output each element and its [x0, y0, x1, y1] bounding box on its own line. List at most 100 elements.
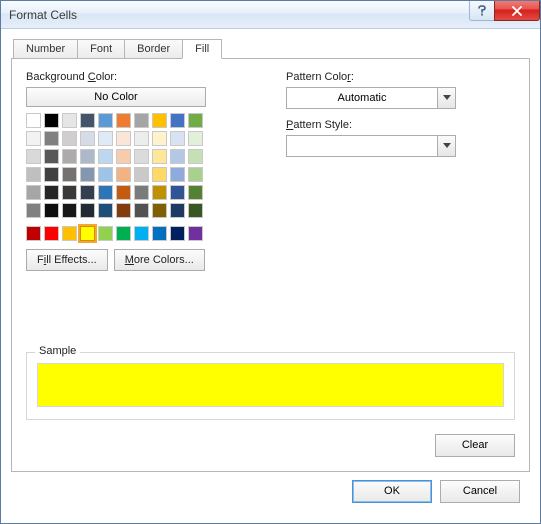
fill-effects-button[interactable]: Fill Effects...: [26, 249, 108, 271]
color-swatch[interactable]: [44, 226, 59, 241]
tab-number[interactable]: Number: [13, 39, 78, 59]
sample-label: Sample: [35, 345, 80, 357]
color-swatch[interactable]: [44, 203, 59, 218]
color-swatch[interactable]: [134, 185, 149, 200]
color-swatch[interactable]: [44, 185, 59, 200]
color-swatch[interactable]: [152, 167, 167, 182]
color-swatch[interactable]: [98, 131, 113, 146]
color-swatch[interactable]: [152, 226, 167, 241]
color-swatch[interactable]: [188, 226, 203, 241]
color-swatch[interactable]: [152, 149, 167, 164]
color-swatch[interactable]: [152, 131, 167, 146]
color-swatch[interactable]: [170, 185, 185, 200]
color-swatch[interactable]: [170, 167, 185, 182]
theme-color-grid: [26, 113, 246, 218]
tab-fill[interactable]: Fill: [182, 39, 222, 59]
color-swatch[interactable]: [98, 185, 113, 200]
color-swatch[interactable]: [80, 149, 95, 164]
help-icon: [477, 5, 487, 17]
clear-button[interactable]: Clear: [435, 434, 515, 457]
sample-preview: [37, 363, 504, 407]
color-swatch[interactable]: [44, 149, 59, 164]
color-swatch[interactable]: [170, 203, 185, 218]
pattern-style-combo[interactable]: [286, 135, 456, 157]
color-swatch[interactable]: [134, 226, 149, 241]
color-swatch[interactable]: [170, 113, 185, 128]
fill-panel: Background Color: No Color Fill Effects.…: [11, 58, 530, 472]
color-swatch[interactable]: [152, 185, 167, 200]
color-swatch[interactable]: [26, 203, 41, 218]
close-button[interactable]: [494, 1, 540, 21]
window-title: Format Cells: [9, 8, 470, 22]
color-swatch[interactable]: [188, 131, 203, 146]
title-buttons: [470, 1, 540, 21]
color-swatch[interactable]: [170, 226, 185, 241]
color-swatch[interactable]: [188, 185, 203, 200]
color-swatch[interactable]: [80, 226, 95, 241]
color-swatch[interactable]: [116, 131, 131, 146]
color-swatch[interactable]: [26, 131, 41, 146]
color-swatch[interactable]: [116, 226, 131, 241]
color-swatch[interactable]: [80, 113, 95, 128]
color-swatch[interactable]: [98, 167, 113, 182]
color-swatch[interactable]: [98, 203, 113, 218]
color-swatch[interactable]: [26, 149, 41, 164]
color-swatch[interactable]: [134, 149, 149, 164]
pattern-color-value: Automatic: [287, 92, 437, 104]
standard-color-grid: [26, 226, 246, 241]
color-swatch[interactable]: [80, 185, 95, 200]
color-swatch[interactable]: [62, 113, 77, 128]
color-swatch[interactable]: [116, 203, 131, 218]
sample-group: Sample: [26, 352, 515, 420]
color-swatch[interactable]: [62, 149, 77, 164]
color-swatch[interactable]: [62, 203, 77, 218]
color-swatch[interactable]: [152, 203, 167, 218]
color-swatch[interactable]: [134, 131, 149, 146]
color-swatch[interactable]: [116, 185, 131, 200]
color-swatch[interactable]: [26, 113, 41, 128]
close-icon: [511, 6, 523, 16]
color-swatch[interactable]: [62, 131, 77, 146]
color-swatch[interactable]: [44, 131, 59, 146]
color-swatch[interactable]: [188, 113, 203, 128]
pattern-color-label: Pattern Color:: [286, 71, 515, 83]
color-swatch[interactable]: [80, 167, 95, 182]
color-swatch[interactable]: [98, 226, 113, 241]
color-swatch[interactable]: [116, 113, 131, 128]
color-swatch[interactable]: [98, 149, 113, 164]
color-swatch[interactable]: [62, 167, 77, 182]
color-swatch[interactable]: [62, 185, 77, 200]
color-swatch[interactable]: [134, 203, 149, 218]
color-swatch[interactable]: [98, 113, 113, 128]
cancel-button[interactable]: Cancel: [440, 480, 520, 503]
color-swatch[interactable]: [26, 167, 41, 182]
tab-font[interactable]: Font: [77, 39, 125, 59]
color-swatch[interactable]: [152, 113, 167, 128]
color-swatch[interactable]: [26, 226, 41, 241]
color-swatch[interactable]: [134, 113, 149, 128]
color-swatch[interactable]: [80, 131, 95, 146]
color-swatch[interactable]: [116, 167, 131, 182]
pattern-style-dropdown-button[interactable]: [437, 136, 455, 156]
tab-border[interactable]: Border: [124, 39, 183, 59]
color-swatch[interactable]: [134, 167, 149, 182]
ok-button[interactable]: OK: [352, 480, 432, 503]
color-swatch[interactable]: [62, 226, 77, 241]
color-swatch[interactable]: [116, 149, 131, 164]
color-swatch[interactable]: [170, 149, 185, 164]
color-swatch[interactable]: [188, 203, 203, 218]
no-color-button[interactable]: No Color: [26, 87, 206, 107]
color-swatch[interactable]: [188, 167, 203, 182]
color-swatch[interactable]: [170, 131, 185, 146]
color-swatch[interactable]: [80, 203, 95, 218]
dialog-body: Number Font Border Fill Background Color…: [1, 29, 540, 523]
pattern-section: Pattern Color: Automatic Pattern Style:: [286, 71, 515, 271]
color-swatch[interactable]: [26, 185, 41, 200]
pattern-color-dropdown-button[interactable]: [437, 88, 455, 108]
color-swatch[interactable]: [44, 113, 59, 128]
color-swatch[interactable]: [188, 149, 203, 164]
more-colors-button[interactable]: More Colors...: [114, 249, 205, 271]
help-button[interactable]: [469, 1, 495, 21]
color-swatch[interactable]: [44, 167, 59, 182]
pattern-color-combo[interactable]: Automatic: [286, 87, 456, 109]
